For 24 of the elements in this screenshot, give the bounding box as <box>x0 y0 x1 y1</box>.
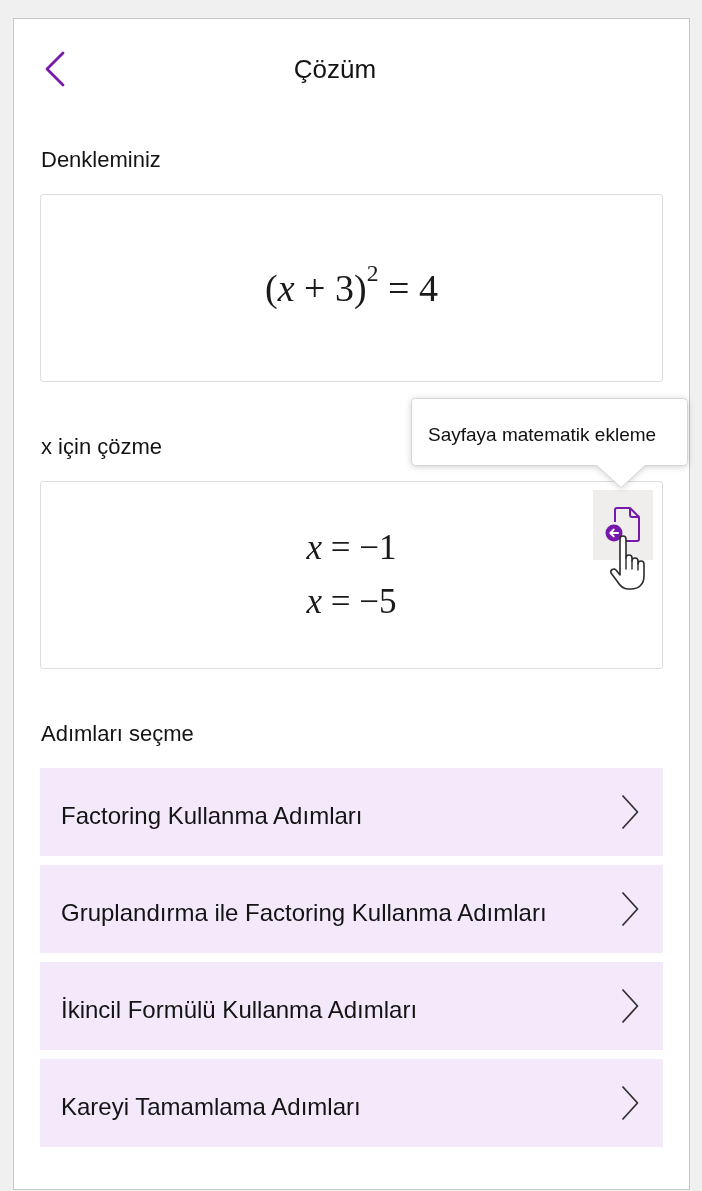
tooltip-text: Sayfaya matematik ekleme <box>428 424 657 445</box>
solution-line: x = −5 <box>306 581 397 623</box>
section-label: x için çözme <box>41 433 163 461</box>
chevron-right-icon <box>621 988 639 1024</box>
section-label: Adımları seçme <box>41 720 194 748</box>
step-label: Factoring Kullanma Adımları <box>61 802 364 830</box>
back-chevron-icon <box>44 51 66 87</box>
insert-math-button[interactable] <box>593 490 653 560</box>
step-label: Gruplandırma ile Factoring Kullanma Adımları <box>61 899 548 927</box>
steps-list-item[interactable]: Factoring Kullanma Adımları <box>40 768 663 856</box>
step-label: İkincil Formülü Kullanma Adımları <box>61 996 419 1024</box>
chevron-right-icon <box>621 891 639 927</box>
page-title: Çözüm <box>292 53 378 85</box>
steps-list-item[interactable]: İkincil Formülü Kullanma Adımları <box>40 962 663 1050</box>
steps-list-item[interactable]: Kareyi Tamamlama Adımları <box>40 1059 663 1147</box>
hand-cursor-icon <box>608 533 648 591</box>
chevron-right-icon <box>621 1085 639 1121</box>
section-label: Denkleminiz <box>41 146 161 174</box>
back-button[interactable] <box>44 51 66 87</box>
equation-text: (x + 3)$^{2}$ = 4 <box>265 264 438 311</box>
chevron-right-icon <box>621 794 639 830</box>
solution-line: x = −1 <box>306 527 397 569</box>
step-label: Kareyi Tamamlama Adımları <box>61 1093 362 1121</box>
steps-list-item[interactable]: Gruplandırma ile Factoring Kullanma Adımları <box>40 865 663 953</box>
